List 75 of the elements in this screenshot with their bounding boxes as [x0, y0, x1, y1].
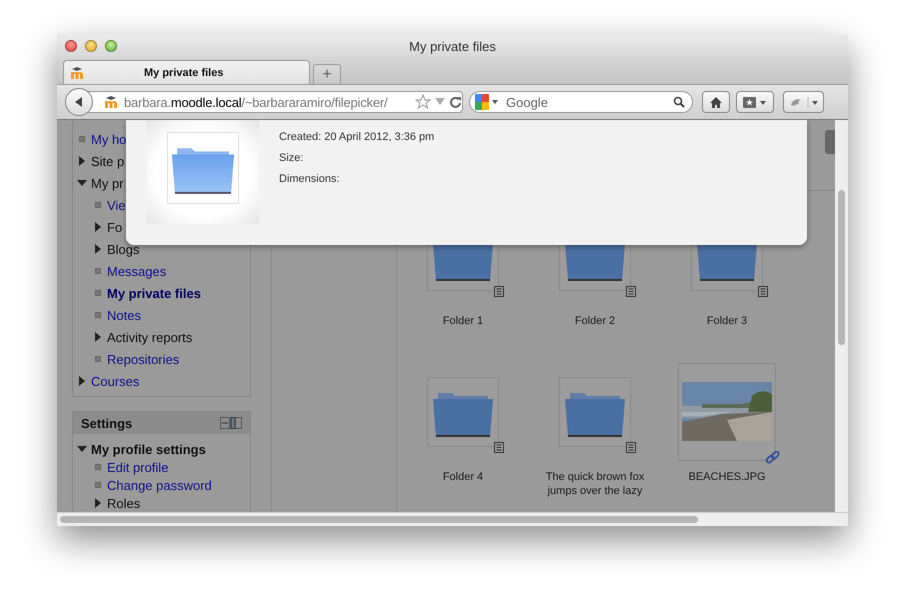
document-icon[interactable]: [626, 442, 636, 453]
window-title: My private files: [409, 38, 496, 54]
bullet-icon: [93, 480, 103, 490]
folder-thumbnail[interactable]: [427, 377, 499, 447]
detail-text: Created: 20 April 2012, 3:36 pm: [279, 130, 434, 144]
nav-item[interactable]: Fo: [107, 220, 122, 234]
nav-item[interactable]: My profile settings: [91, 442, 206, 456]
nav-link[interactable]: Change password: [107, 478, 212, 492]
search-field[interactable]: Google: [469, 91, 693, 113]
document-icon[interactable]: [626, 286, 636, 297]
reload-icon[interactable]: [449, 96, 462, 108]
image-thumbnail[interactable]: [678, 363, 776, 461]
bullet-icon: [93, 354, 103, 364]
new-tab-button[interactable]: +: [313, 64, 341, 84]
bullet-icon: [93, 310, 103, 320]
file-name[interactable]: The quick brown fox jumps over the lazy: [535, 470, 655, 498]
nav-link[interactable]: Courses: [91, 374, 140, 388]
collapsed-arrow-icon[interactable]: [77, 376, 87, 386]
dock-icon[interactable]: [220, 417, 242, 429]
file-name[interactable]: Folder 4: [403, 470, 523, 484]
detail-text: Dimensions:: [279, 172, 341, 186]
back-button[interactable]: [65, 88, 93, 116]
collapsed-arrow-icon[interactable]: [93, 222, 103, 232]
collapsed-arrow-icon[interactable]: [93, 332, 103, 342]
nav-link[interactable]: Notes: [107, 308, 141, 322]
file-name[interactable]: Folder 1: [403, 314, 523, 328]
nav-item[interactable]: Blogs: [107, 242, 140, 256]
nav-link[interactable]: Edit profile: [107, 460, 168, 474]
browser-tab[interactable]: My private files: [63, 60, 310, 84]
bullet-icon: [77, 134, 87, 144]
moodle-icon: [70, 66, 86, 80]
nav-item[interactable]: My pr: [91, 176, 124, 190]
scrollbar-thumb[interactable]: [60, 516, 698, 523]
search-engine-icon[interactable]: [475, 94, 501, 110]
scrollbar-thumb[interactable]: [838, 190, 845, 345]
url-text: barbara.moodle.local/~barbararamiro/filepicker/: [124, 94, 388, 110]
expanded-arrow-icon[interactable]: [77, 444, 87, 454]
home-icon: [709, 96, 723, 108]
nav-link[interactable]: My private files: [107, 286, 201, 300]
close-icon[interactable]: [65, 40, 77, 52]
detail-text: Size:: [279, 151, 304, 165]
file-name[interactable]: Folder 2: [535, 314, 655, 328]
nav-link[interactable]: Vie: [107, 198, 126, 212]
nav-link[interactable]: Messages: [107, 264, 166, 278]
bullet-icon: [93, 200, 103, 210]
document-icon[interactable]: [494, 286, 504, 297]
moodle-icon: [104, 95, 120, 109]
nav-item[interactable]: Activity reports: [107, 330, 192, 344]
zoom-icon[interactable]: [105, 40, 117, 52]
document-icon[interactable]: [758, 286, 768, 297]
bullet-icon: [93, 288, 103, 298]
nav-link[interactable]: My ho: [91, 132, 126, 146]
bullet-icon: [93, 462, 103, 472]
star-icon[interactable]: [415, 94, 431, 110]
minimize-icon[interactable]: [85, 40, 97, 52]
link-icon[interactable]: [765, 451, 780, 466]
addon-button[interactable]: [783, 91, 824, 113]
block-title: Settings: [81, 416, 132, 430]
collapsed-arrow-icon[interactable]: [93, 244, 103, 254]
file-name[interactable]: Folder 3: [667, 314, 787, 328]
collapsed-arrow-icon[interactable]: [77, 156, 87, 166]
nav-item[interactable]: Roles: [107, 496, 140, 510]
bookmark-star-icon: [742, 96, 768, 108]
folder-thumbnail[interactable]: [559, 377, 631, 447]
nav-item[interactable]: Site p: [91, 154, 124, 168]
search-icon[interactable]: [673, 96, 685, 108]
back-arrow-icon: [73, 96, 85, 108]
nav-link[interactable]: Repositories: [107, 352, 180, 366]
bullet-icon: [93, 266, 103, 276]
bookmarks-button[interactable]: [736, 91, 774, 113]
home-button[interactable]: [702, 91, 730, 113]
document-icon[interactable]: [494, 442, 504, 453]
collapsed-arrow-icon[interactable]: [93, 498, 103, 508]
file-name[interactable]: BEACHES.JPG: [667, 470, 787, 484]
expanded-arrow-icon[interactable]: [77, 178, 87, 188]
